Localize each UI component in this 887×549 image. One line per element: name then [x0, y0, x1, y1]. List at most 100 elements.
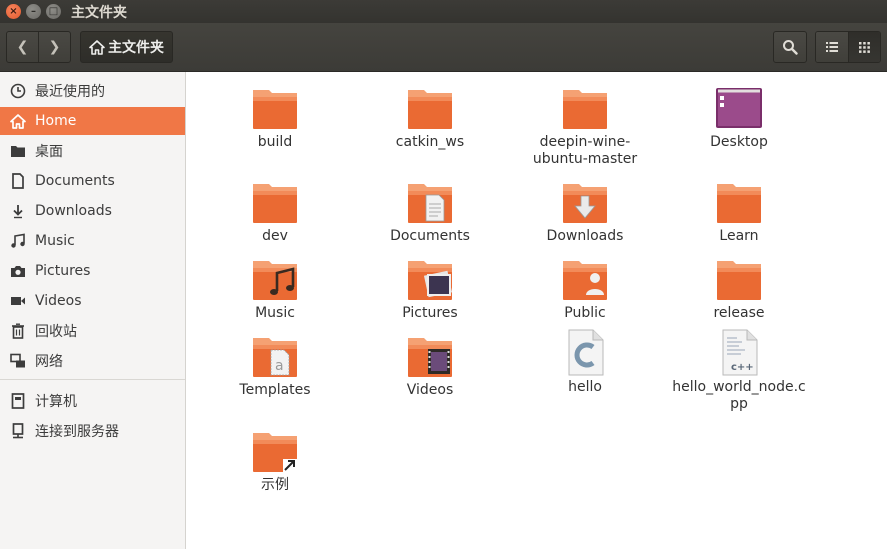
sidebar-item-label: 最近使用的: [35, 84, 105, 100]
file-label: Documents: [390, 228, 470, 244]
window-title: 主文件夹: [71, 4, 127, 21]
sidebar: 最近使用的 Home 桌面 Documents Downloads Music …: [0, 72, 186, 549]
file-item-public[interactable]: Public: [510, 257, 660, 322]
sidebar-item-label: 桌面: [35, 144, 63, 160]
folder-music-icon: [253, 261, 297, 300]
download-icon: [9, 202, 27, 220]
chevron-left-icon: ❮: [16, 39, 29, 55]
file-label: Pictures: [402, 305, 458, 321]
file-label: hello: [568, 379, 602, 395]
network-icon: [9, 352, 27, 370]
file-label: Learn: [719, 228, 759, 244]
sidebar-item-trash[interactable]: 回收站: [0, 317, 185, 345]
desktop-icon: [716, 88, 762, 128]
list-view-button[interactable]: [816, 32, 848, 62]
sidebar-item-videos[interactable]: Videos: [0, 287, 185, 315]
folder-link-icon: [253, 433, 297, 472]
sidebar-item-network[interactable]: 网络: [0, 347, 185, 375]
file-item-desktop[interactable]: Desktop: [664, 86, 814, 151]
back-button[interactable]: ❮: [7, 32, 38, 62]
document-icon: [9, 172, 27, 190]
sidebar-item-home[interactable]: Home: [0, 107, 185, 135]
sidebar-item-documents[interactable]: Documents: [0, 167, 185, 195]
c-source-file-icon: [568, 329, 604, 376]
file-item-dev[interactable]: dev: [200, 180, 350, 245]
file-label: Downloads: [546, 228, 624, 244]
file-item-hello-world-node-cpp[interactable]: c++ hello_world_node.cpp: [664, 327, 814, 413]
file-label: 示例: [261, 477, 289, 493]
server-icon: [9, 422, 27, 440]
folder-icon: [253, 90, 297, 129]
folder-icon: [717, 184, 761, 223]
file-item-build[interactable]: build: [200, 86, 350, 151]
sidebar-item-downloads[interactable]: Downloads: [0, 197, 185, 225]
folder-icon: [9, 142, 27, 160]
file-grid: build catkin_ws deepin-wine-ubuntu-maste…: [187, 72, 887, 549]
minimize-window-button[interactable]: –: [26, 4, 41, 19]
video-icon: [9, 292, 27, 310]
list-view-icon: [825, 42, 838, 52]
file-item-release[interactable]: release: [664, 257, 814, 322]
navigation-buttons: ❮ ❯: [6, 31, 71, 63]
home-icon: [9, 112, 27, 130]
sidebar-item-label: Music: [35, 233, 75, 249]
path-bar-home-button[interactable]: 主文件夹: [80, 31, 173, 63]
file-item-hello[interactable]: hello: [510, 327, 660, 396]
folder-downloads-icon: [563, 184, 607, 223]
path-bar-label: 主文件夹: [108, 40, 164, 56]
camera-icon: [9, 262, 27, 280]
sidebar-item-recent[interactable]: 最近使用的: [0, 77, 185, 105]
file-item-videos[interactable]: Videos: [355, 334, 505, 399]
toolbar: ❮ ❯ 主文件夹: [0, 23, 887, 72]
folder-templates-icon: a: [253, 338, 297, 377]
sidebar-item-label: 回收站: [35, 324, 77, 340]
sidebar-item-pictures[interactable]: Pictures: [0, 257, 185, 285]
maximize-window-button[interactable]: □: [46, 4, 61, 19]
file-item-deepin-wine[interactable]: deepin-wine-ubuntu-master: [510, 86, 660, 168]
folder-pictures-icon: [408, 261, 453, 300]
file-item-examples[interactable]: 示例: [200, 429, 350, 494]
sidebar-item-connect-server[interactable]: 连接到服务器: [0, 417, 185, 445]
file-item-learn[interactable]: Learn: [664, 180, 814, 245]
file-label: hello_world_node.cpp: [672, 379, 806, 412]
sidebar-item-label: Home: [35, 113, 77, 129]
cpp-source-file-icon: c++: [722, 329, 758, 376]
file-item-documents[interactable]: Documents: [355, 180, 505, 245]
folder-icon: [563, 90, 607, 129]
file-label: build: [257, 134, 293, 150]
sidebar-item-label: 计算机: [35, 394, 77, 410]
home-icon: [89, 39, 105, 55]
file-item-templates[interactable]: a Templates: [200, 334, 350, 399]
sidebar-item-label: 网络: [35, 354, 63, 370]
sidebar-item-label: 连接到服务器: [35, 424, 119, 440]
sidebar-item-label: Downloads: [35, 203, 112, 219]
file-label: release: [713, 305, 765, 321]
computer-icon: [9, 392, 27, 410]
clock-icon: [9, 82, 27, 100]
file-item-catkin-ws[interactable]: catkin_ws: [355, 86, 505, 151]
music-icon: [9, 232, 27, 250]
file-item-music[interactable]: Music: [200, 257, 350, 322]
file-manager-window: × – □ 主文件夹 ❮ ❯ 主文件夹 最近使用的 Home 桌面 Docume…: [0, 0, 887, 549]
grid-view-icon: [858, 41, 870, 53]
sidebar-item-label: Pictures: [35, 263, 91, 279]
trash-icon: [9, 322, 27, 340]
folder-icon: [717, 261, 761, 300]
file-item-pictures[interactable]: Pictures: [355, 257, 505, 322]
close-window-button[interactable]: ×: [6, 4, 21, 19]
forward-button[interactable]: ❯: [38, 32, 70, 62]
sidebar-item-computer[interactable]: 计算机: [0, 387, 185, 415]
search-icon: [783, 40, 798, 55]
file-label: catkin_ws: [395, 134, 465, 150]
sidebar-item-music[interactable]: Music: [0, 227, 185, 255]
sidebar-separator: [0, 379, 185, 380]
grid-view-button[interactable]: [847, 32, 880, 62]
sidebar-item-desktop[interactable]: 桌面: [0, 137, 185, 165]
svg-text:a: a: [275, 358, 284, 374]
title-bar: × – □ 主文件夹: [0, 0, 887, 23]
search-button[interactable]: [773, 31, 807, 63]
file-label: Music: [255, 305, 295, 321]
file-item-downloads[interactable]: Downloads: [510, 180, 660, 245]
chevron-right-icon: ❯: [48, 39, 61, 55]
folder-public-icon: [563, 261, 607, 300]
